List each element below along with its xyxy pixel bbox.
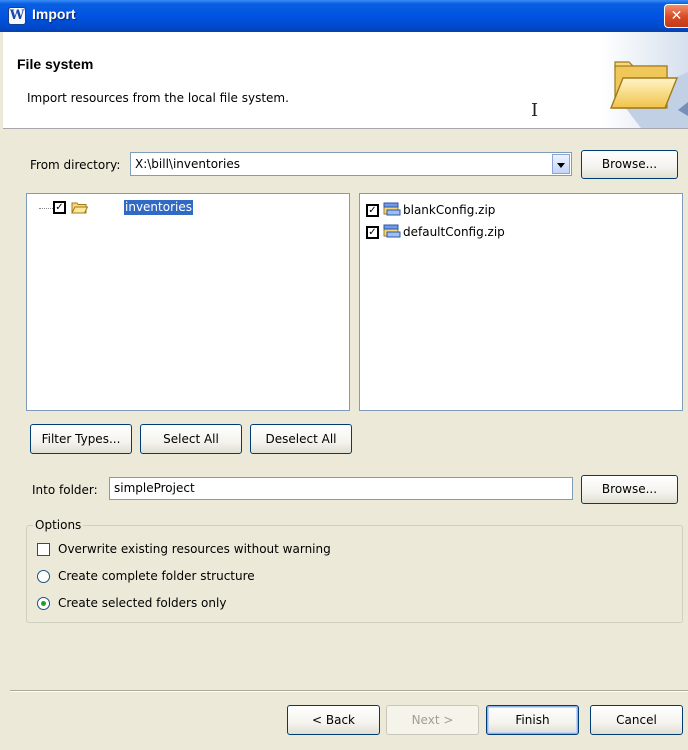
- browse-source-button[interactable]: Browse...: [581, 150, 678, 179]
- file-list-item[interactable]: ✓ blankConfig.zip: [366, 202, 566, 218]
- from-directory-label: From directory:: [30, 158, 121, 172]
- page-description: Import resources from the local file sys…: [27, 91, 289, 105]
- text-cursor-icon: I: [531, 100, 539, 121]
- from-directory-combo[interactable]: X:\bill\inventories: [130, 152, 572, 176]
- file-name: defaultConfig.zip: [403, 225, 505, 239]
- window-title: Import: [32, 6, 76, 22]
- back-button[interactable]: < Back: [287, 705, 380, 735]
- close-button[interactable]: ✕: [664, 4, 688, 28]
- complete-structure-label: Create complete folder structure: [58, 569, 255, 583]
- options-group-label: Options: [33, 518, 84, 532]
- folder-tree[interactable]: ✓ inventories: [26, 193, 350, 411]
- into-folder-value: simpleProject: [114, 481, 195, 495]
- wizard-header: File system Import resources from the lo…: [3, 32, 688, 129]
- folder-icon: [71, 202, 88, 214]
- from-directory-value: X:\bill\inventories: [135, 157, 240, 171]
- filter-types-button[interactable]: Filter Types...: [30, 424, 132, 454]
- close-icon: ✕: [670, 8, 683, 24]
- footer-divider: [10, 690, 688, 692]
- selected-only-label: Create selected folders only: [58, 596, 227, 610]
- file-list-item[interactable]: ✓ defaultConfig.zip: [366, 224, 566, 240]
- into-folder-label: Into folder:: [32, 483, 98, 497]
- deselect-all-button[interactable]: Deselect All: [250, 424, 352, 454]
- into-folder-input[interactable]: simpleProject: [109, 477, 573, 500]
- archive-icon: [383, 202, 401, 216]
- chevron-down-icon: [557, 163, 565, 168]
- overwrite-label: Overwrite existing resources without war…: [58, 542, 331, 556]
- complete-structure-radio[interactable]: [37, 570, 50, 583]
- dropdown-button[interactable]: [552, 154, 570, 174]
- archive-icon: [383, 224, 401, 238]
- file-name: blankConfig.zip: [403, 203, 496, 217]
- selected-only-radio[interactable]: [37, 597, 50, 610]
- next-button[interactable]: Next >: [386, 705, 479, 735]
- select-all-button[interactable]: Select All: [140, 424, 242, 454]
- page-title: File system: [17, 56, 94, 72]
- radio-selected-dot: [41, 601, 46, 606]
- title-bar[interactable]: W Import ✕: [0, 0, 688, 32]
- overwrite-checkbox[interactable]: [37, 543, 50, 556]
- file-list[interactable]: ✓ blankConfig.zip ✓ defaultConfig.zip: [359, 193, 683, 411]
- tree-item-label: inventories: [124, 200, 193, 215]
- tree-item-checkbox[interactable]: ✓: [53, 201, 66, 214]
- file-checkbox[interactable]: ✓: [366, 226, 379, 239]
- finish-button[interactable]: Finish: [486, 705, 579, 735]
- folder-banner-icon: [601, 32, 688, 128]
- app-icon: W: [8, 7, 26, 25]
- cancel-button[interactable]: Cancel: [590, 705, 683, 735]
- import-dialog: W Import ✕ File system Import resources …: [0, 0, 688, 750]
- browse-destination-button[interactable]: Browse...: [581, 475, 678, 504]
- file-checkbox[interactable]: ✓: [366, 204, 379, 217]
